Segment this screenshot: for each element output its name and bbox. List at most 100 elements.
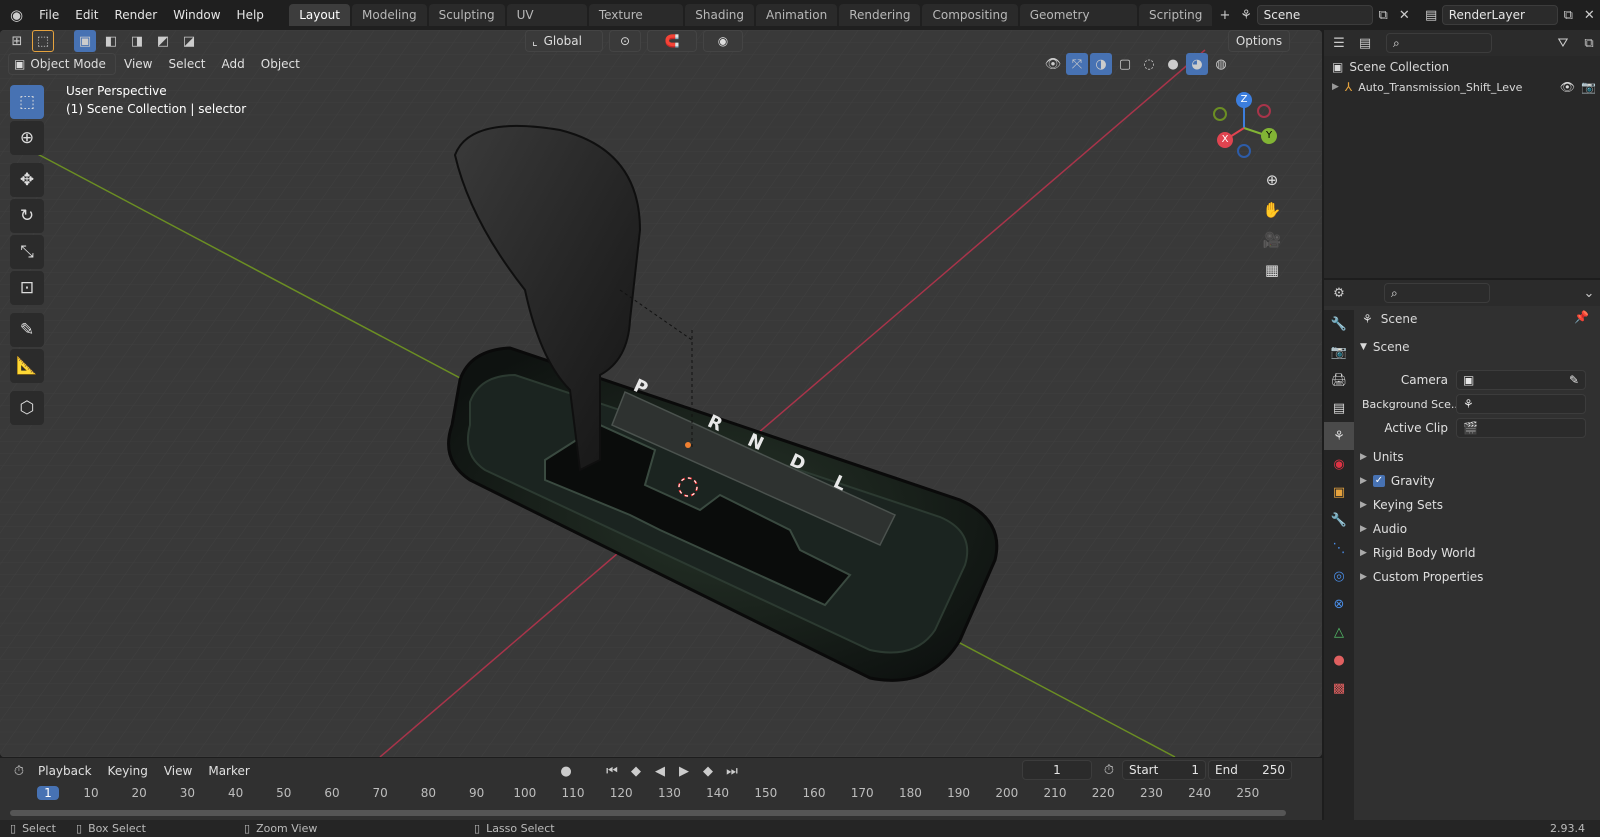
scene-icon[interactable]: ⚘ xyxy=(1236,4,1257,26)
scene-name-field[interactable]: Scene xyxy=(1256,5,1373,25)
tab-sculpting[interactable]: Sculpting xyxy=(428,4,505,26)
current-frame-marker[interactable]: 1 xyxy=(37,786,59,800)
modifier-tab-icon[interactable]: 🔧 xyxy=(1324,506,1354,534)
view-layer-field[interactable]: RenderLayer xyxy=(1441,5,1558,25)
subpanel-custom-properties[interactable]: ▶ Custom Properties xyxy=(1360,570,1596,584)
start-frame-field[interactable]: Start 1 xyxy=(1122,760,1206,780)
jump-end-icon[interactable]: ⏭ xyxy=(721,760,743,782)
tab-shading[interactable]: Shading xyxy=(685,4,755,26)
select-tool-mode-icon[interactable]: ⬚ xyxy=(32,30,54,52)
wireframe-shading-icon[interactable]: ◌ xyxy=(1138,53,1160,75)
output-tab-icon[interactable]: 🖨 xyxy=(1324,366,1354,394)
outliner-item[interactable]: ▶ ⅄ Auto_Transmission_Shift_Leve 👁 📷 xyxy=(1332,80,1596,94)
subpanel-audio[interactable]: ▶ Audio xyxy=(1360,522,1596,536)
gizmo-neg-y[interactable] xyxy=(1213,107,1227,121)
tab-layout[interactable]: Layout xyxy=(289,4,350,26)
new-collection-icon[interactable]: ⧉ xyxy=(1578,32,1600,54)
tab-compositing[interactable]: Compositing xyxy=(922,4,1018,26)
proportional-editing-toggle[interactable]: ◉ xyxy=(703,30,743,52)
material-preview-icon[interactable]: ◕ xyxy=(1186,53,1208,75)
properties-options-icon[interactable]: ⌄ xyxy=(1578,282,1600,304)
new-scene-icon[interactable]: ⧉ xyxy=(1373,4,1394,26)
tool-tab-icon[interactable]: 🔧 xyxy=(1324,310,1354,338)
gizmo-x-axis[interactable]: X xyxy=(1217,132,1233,148)
gizmo-toggle-icon[interactable]: ⤧ xyxy=(1066,53,1088,75)
solid-shading-icon[interactable]: ● xyxy=(1162,53,1184,75)
active-clip-field[interactable]: 🎬 xyxy=(1456,418,1586,438)
annotate-tool-icon[interactable]: ✎ xyxy=(10,313,44,347)
display-mode-icon[interactable]: ▤ xyxy=(1354,32,1376,54)
camera-view-icon[interactable]: 🎥 xyxy=(1258,226,1286,254)
transform-orientation-dropdown[interactable]: ⌞ Global xyxy=(525,30,603,52)
viewport-menu-object[interactable]: Object xyxy=(253,53,308,75)
rotate-tool-icon[interactable]: ↻ xyxy=(10,199,44,233)
jump-start-icon[interactable]: ⏮ xyxy=(601,760,623,782)
visibility-eye-icon[interactable]: 👁 xyxy=(1560,80,1575,94)
render-camera-icon[interactable]: 📷 xyxy=(1581,80,1596,94)
scene-panel-header[interactable]: ▼ Scene xyxy=(1360,336,1596,358)
outliner-search-input[interactable]: ⌕ xyxy=(1386,33,1492,53)
new-view-layer-icon[interactable]: ⧉ xyxy=(1558,4,1579,26)
transform-tool-icon[interactable]: ⊡ xyxy=(10,271,44,305)
eyedropper-icon[interactable]: ✎ xyxy=(1569,371,1579,389)
tab-scripting[interactable]: Scripting xyxy=(1139,4,1213,26)
timeline-editor-icon[interactable]: ⏱ xyxy=(8,760,30,782)
preview-range-icon[interactable]: ⏱ xyxy=(1098,759,1120,781)
overlay-toggle-icon[interactable]: ◑ xyxy=(1090,53,1112,75)
rendered-shading-icon[interactable]: ◍ xyxy=(1210,53,1232,75)
texture-tab-icon[interactable]: ▩ xyxy=(1324,674,1354,702)
close-scene-icon[interactable]: ✕ xyxy=(1394,4,1415,26)
record-keyframe-icon[interactable]: ● xyxy=(555,760,577,782)
view-layer-icon[interactable]: ▤ xyxy=(1421,4,1442,26)
tab-texture-paint[interactable]: Texture Paint xyxy=(588,4,684,44)
constraints-tab-icon[interactable]: ⊗ xyxy=(1324,590,1354,618)
editor-type-icon[interactable]: ⊞ xyxy=(6,30,28,52)
move-tool-icon[interactable]: ✥ xyxy=(10,163,44,197)
ortho-grid-icon[interactable]: ▦ xyxy=(1258,256,1286,284)
measure-tool-icon[interactable]: 📐 xyxy=(10,349,44,383)
filter-icon[interactable]: ⛛ xyxy=(1552,32,1574,54)
tab-uv-editing[interactable]: UV Editing xyxy=(506,4,587,44)
menu-edit[interactable]: Edit xyxy=(67,0,106,30)
xray-toggle-icon[interactable]: ▢ xyxy=(1114,53,1136,75)
viewport-menu-view[interactable]: View xyxy=(116,53,160,75)
select-difference-icon[interactable]: ◩ xyxy=(152,30,174,52)
timeline-scrollbar[interactable] xyxy=(10,810,1286,816)
render-tab-icon[interactable]: 📷 xyxy=(1324,338,1354,366)
material-tab-icon[interactable]: ● xyxy=(1324,646,1354,674)
cursor-tool-icon[interactable]: ⊕ xyxy=(10,121,44,155)
physics-tab-icon[interactable]: ◎ xyxy=(1324,562,1354,590)
select-extend-icon[interactable]: ◧ xyxy=(100,30,122,52)
viewport-menu-select[interactable]: Select xyxy=(160,53,213,75)
tab-modeling[interactable]: Modeling xyxy=(352,4,427,26)
timeline-menu-keying[interactable]: Keying xyxy=(100,760,156,782)
background-scene-field[interactable]: ⚘ xyxy=(1456,394,1586,414)
properties-editor-icon[interactable]: ⚙ xyxy=(1328,282,1350,304)
menu-file[interactable]: File xyxy=(31,0,67,30)
expand-arrow-icon[interactable]: ▶ xyxy=(1332,82,1339,92)
select-new-icon[interactable]: ▣ xyxy=(74,30,96,52)
timeline-menu-marker[interactable]: Marker xyxy=(200,760,257,782)
blender-logo-icon[interactable]: ◉ xyxy=(6,4,27,26)
camera-field[interactable]: ▣ ✎ xyxy=(1456,370,1586,390)
snap-toggle[interactable]: 🧲 xyxy=(647,30,697,52)
3d-viewport[interactable]: P R N D L ⊞ ⬚ ▣ ◧ ◨ ◩ ◪ ⌞ Global ⊙ 🧲 ◉ O… xyxy=(0,30,1322,757)
world-tab-icon[interactable]: ◉ xyxy=(1324,450,1354,478)
visibility-icon[interactable]: 👁 xyxy=(1042,53,1064,75)
pan-hand-icon[interactable]: ✋ xyxy=(1258,196,1286,224)
pin-icon[interactable]: 📌 xyxy=(1574,310,1589,324)
zoom-icon[interactable]: ⊕ xyxy=(1258,166,1286,194)
menu-help[interactable]: Help xyxy=(229,0,272,30)
gizmo-z-axis[interactable]: Z xyxy=(1236,92,1252,108)
select-subtract-icon[interactable]: ◨ xyxy=(126,30,148,52)
subpanel-rigid-body-world[interactable]: ▶ Rigid Body World xyxy=(1360,546,1596,560)
gravity-checkbox[interactable]: ✓ xyxy=(1372,475,1385,487)
mode-dropdown[interactable]: ▣ Object Mode xyxy=(8,53,116,75)
tab-rendering[interactable]: Rendering xyxy=(839,4,921,26)
timeline-menu-view[interactable]: View xyxy=(156,760,200,782)
data-tab-icon[interactable]: △ xyxy=(1324,618,1354,646)
scene-collection-row[interactable]: ▣ Scene Collection xyxy=(1332,60,1449,74)
particles-tab-icon[interactable]: ⋱ xyxy=(1324,534,1354,562)
add-cube-tool-icon[interactable]: ⬡ xyxy=(10,391,44,425)
subpanel-units[interactable]: ▶ Units xyxy=(1360,450,1596,464)
